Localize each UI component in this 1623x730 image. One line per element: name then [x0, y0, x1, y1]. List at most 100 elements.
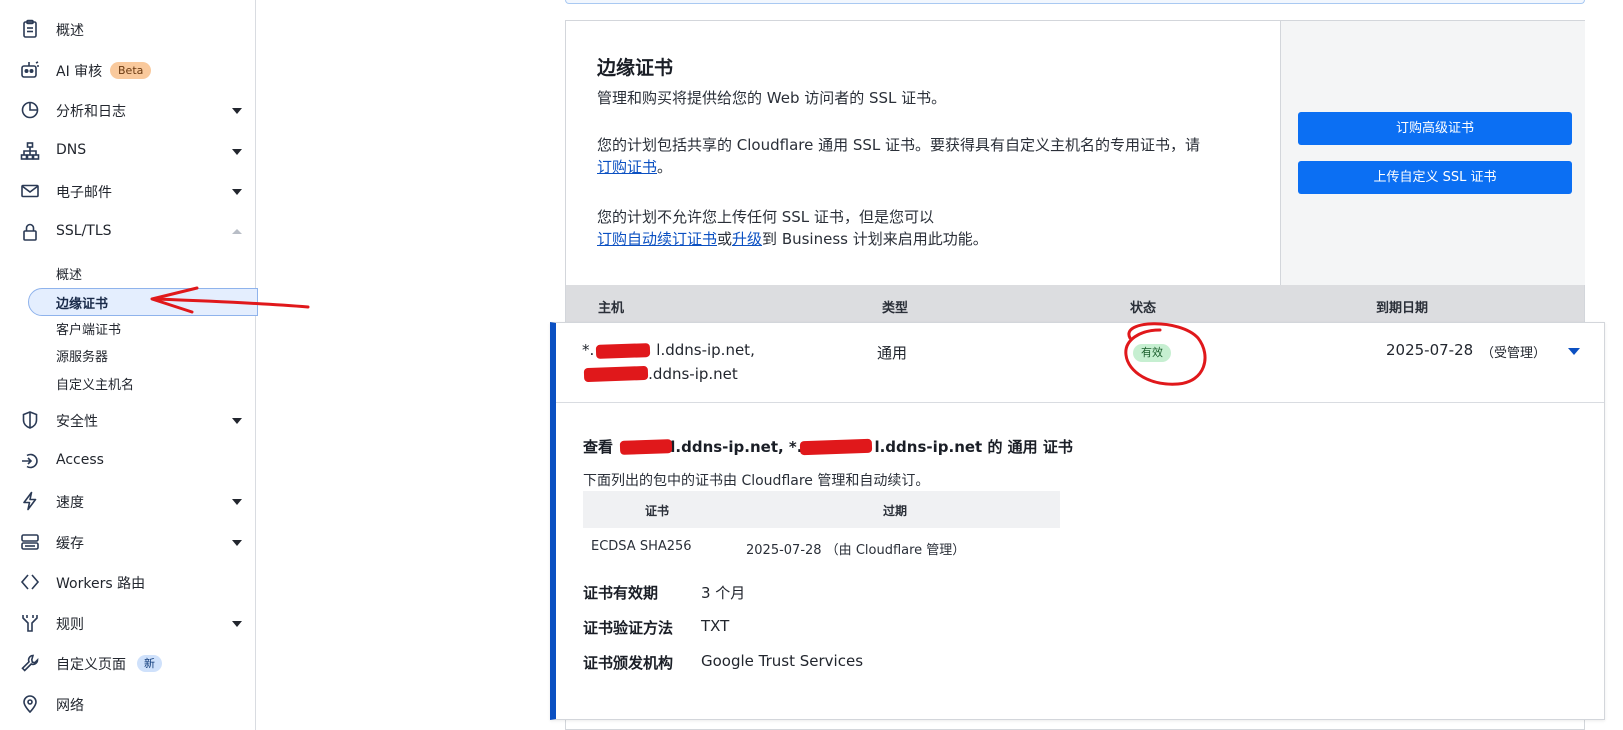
redaction-mark [595, 343, 651, 359]
sidebar-item-security[interactable]: 安全性 [0, 402, 255, 438]
sidebar-item-label: 规则 [56, 617, 84, 633]
sidebar-item-label: 速度 [56, 495, 84, 511]
column-header-type: 类型 [882, 301, 909, 316]
funnel-icon [19, 612, 41, 634]
sidebar-subitem-origin-server[interactable]: 源服务器 [56, 346, 108, 365]
plan-text-1-end: 。 [657, 158, 673, 176]
upgrade-link[interactable]: 升级 [732, 230, 762, 248]
chevron-down-icon [232, 540, 242, 546]
plan-text-2-body: 您的计划不允许您上传任何 SSL 证书，但是您可以 [597, 208, 934, 226]
host-prefix: *. [582, 341, 595, 359]
plan-text-2: 您的计划不允许您上传任何 SSL 证书，但是您可以 订购自动续订证书或升级到 B… [597, 206, 988, 250]
sidebar-item-label: 概述 [56, 23, 84, 39]
card-description: 管理和购买将提供给您的 Web 访问者的 SSL 证书。 [597, 89, 947, 107]
sidebar: 概述 AI 审核 Beta 分析和日志 DNS 电子邮件 SSL/TLS 概述 … [0, 0, 258, 730]
storage-icon [19, 531, 41, 553]
field-value-issuer: Google Trust Services [701, 652, 864, 670]
order-advanced-certificate-button[interactable]: 订购高级证书 [1298, 112, 1572, 145]
sidebar-subitem-overview[interactable]: 概述 [56, 264, 82, 283]
previous-card-edge [565, 0, 1585, 4]
field-value-validity: 3 个月 [701, 584, 746, 602]
sidebar-item-workers-routes[interactable]: Workers 路由 [0, 564, 255, 600]
lock-icon [19, 221, 41, 243]
column-header-status: 状态 [1130, 301, 1157, 316]
sidebar-item-ai-review[interactable]: AI 审核 Beta [0, 52, 255, 88]
sidebar-item-label: 安全性 [56, 414, 98, 430]
column-header-host: 主机 [598, 301, 625, 316]
row-type: 通用 [877, 344, 908, 362]
plan-text-1: 您的计划包括共享的 Cloudflare 通用 SSL 证书。要获得具有自定义主… [597, 134, 1200, 178]
robot-icon [19, 59, 41, 81]
sidebar-item-analytics[interactable]: 分析和日志 [0, 92, 255, 128]
sidebar-item-label: 缓存 [56, 536, 84, 552]
sidebar-subitem-custom-hostnames[interactable]: 自定义主机名 [56, 374, 134, 393]
detail-title-host2: l.ddns-ip.net 的 通用 证书 [874, 438, 1073, 456]
redaction-mark [799, 438, 873, 456]
sidebar-item-label: DNS [56, 142, 87, 158]
chevron-down-icon [232, 621, 242, 627]
plan-text-1-body: 您的计划包括共享的 Cloudflare 通用 SSL 证书。要获得具有自定义主… [597, 136, 1201, 154]
new-badge: 新 [137, 655, 162, 672]
bundle-cert-type: ECDSA SHA256 [591, 539, 692, 554]
chevron-down-icon [232, 499, 242, 505]
upload-custom-ssl-button[interactable]: 上传自定义 SSL 证书 [1298, 161, 1572, 194]
chevron-down-icon[interactable] [1568, 348, 1580, 355]
detail-title-host1: l.ddns-ip.net, *. [670, 438, 803, 456]
redaction-mark [619, 439, 673, 455]
host-suffix-1: l.ddns-ip.net, [656, 341, 755, 359]
sidebar-subitem-client-certificates[interactable]: 客户端证书 [56, 319, 121, 338]
shield-icon [19, 409, 41, 431]
sidebar-item-label: Workers 路由 [56, 576, 146, 592]
sidebar-item-email[interactable]: 电子邮件 [0, 173, 255, 209]
bundle-column-certificate: 证书 [645, 504, 670, 518]
host-suffix-2: l.ddns-ip.net [644, 365, 738, 383]
mail-icon [19, 180, 41, 202]
wrench-icon [19, 652, 41, 674]
bundle-column-expiry: 过期 [883, 504, 908, 518]
lightning-icon [19, 490, 41, 512]
sidebar-item-label: 分析和日志 [56, 104, 126, 120]
field-label-validity: 证书有效期 [583, 584, 659, 602]
plan-text-2-end: 到 Business 计划来启用此功能。 [762, 230, 988, 248]
pie-chart-icon [19, 99, 41, 121]
chevron-down-icon [232, 108, 242, 114]
beta-badge: Beta [110, 62, 152, 79]
sidebar-subitem-edge-certificates[interactable]: 边缘证书 [56, 293, 108, 312]
sidebar-item-overview[interactable]: 概述 [0, 11, 255, 47]
sidebar-item-ssl-tls[interactable]: SSL/TLS [0, 214, 255, 250]
sidebar-item-rules[interactable]: 规则 [0, 605, 255, 641]
sidebar-item-network[interactable]: 网络 [0, 686, 255, 722]
order-certificate-link[interactable]: 订购证书 [597, 158, 657, 176]
access-icon [19, 450, 41, 472]
chevron-down-icon [232, 418, 242, 424]
row-managed: （受管理） [1481, 346, 1547, 361]
chevron-down-icon [232, 149, 242, 155]
detail-subtitle: 下面列出的包中的证书由 Cloudflare 管理和自动续订。 [583, 473, 930, 489]
sidebar-item-speed[interactable]: 速度 [0, 483, 255, 519]
sidebar-item-label: Access [56, 452, 104, 468]
sidebar-item-label: AI 审核 [56, 64, 103, 80]
card-actions-panel [1280, 21, 1585, 285]
certificates-table-header [566, 285, 1584, 324]
chevron-up-icon [232, 229, 242, 234]
detail-title-prefix: 查看 [583, 438, 614, 456]
location-pin-icon [19, 693, 41, 715]
clipboard-icon [19, 18, 41, 40]
status-badge: 有效 [1133, 344, 1171, 362]
sidebar-item-label: 网络 [56, 698, 84, 714]
sidebar-item-label: SSL/TLS [56, 223, 112, 239]
sidebar-item-custom-pages[interactable]: 自定义页面 新 [0, 645, 255, 681]
sidebar-item-dns[interactable]: DNS [0, 133, 255, 169]
order-auto-renew-link[interactable]: 订购自动续订证书 [597, 230, 717, 248]
row-expiry: 2025-07-28 [1386, 341, 1474, 359]
column-header-expiry: 到期日期 [1376, 301, 1429, 316]
field-value-validation-method: TXT [701, 617, 730, 635]
code-icon [19, 571, 41, 593]
chevron-down-icon [232, 189, 242, 195]
row-divider [556, 402, 1604, 403]
sidebar-item-cache[interactable]: 缓存 [0, 524, 255, 560]
plan-or: 或 [717, 230, 733, 248]
sidebar-item-access[interactable]: Access [0, 443, 255, 479]
sidebar-item-label: 自定义页面 [56, 657, 126, 673]
field-label-validation-method: 证书验证方法 [583, 619, 674, 637]
